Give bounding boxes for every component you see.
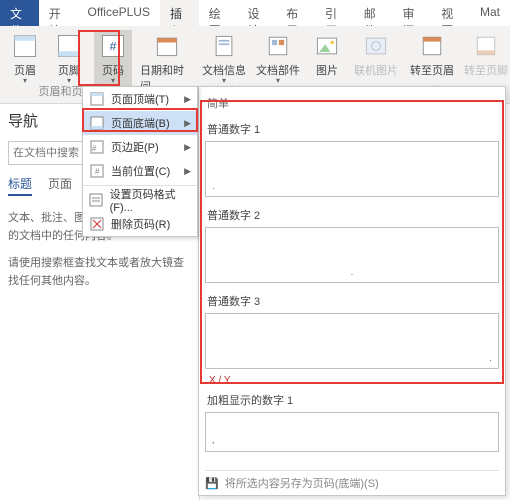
menu-current[interactable]: # 当前位置(C) ▶ [83,159,197,183]
quickparts-button[interactable]: 文档部件 ▾ [254,30,302,86]
menu-bottom[interactable]: 页面底端(B) ▶ [83,111,197,135]
footer-button[interactable]: 页脚 ▾ [50,30,88,86]
tab-file[interactable]: 文件 [0,0,39,26]
tab-officeplus[interactable]: OfficePLUS [78,0,160,26]
docinfo-button[interactable]: 文档信息 ▾ [200,30,248,86]
onlinepics-button[interactable]: 联机图片 [352,30,400,80]
gallery-bold-label: 加粗显示的数字 1 [205,386,499,412]
gotofooter-button[interactable]: 转至页脚 [462,30,510,80]
menu-top-label: 页面顶端(T) [111,91,169,107]
menu-format-label: 设置页码格式(F)... [110,186,191,214]
tab-draw[interactable]: 绘图 [199,0,238,26]
tab-view[interactable]: 视图 [431,0,470,26]
menu-format[interactable]: 设置页码格式(F)... [83,188,197,212]
svg-text:#: # [110,39,117,53]
gallery-item1[interactable]: · [205,141,499,197]
menu-remove-label: 删除页码(R) [111,216,170,232]
pagenum-button[interactable]: # 页码 ▾ [94,30,132,86]
gallery-item2[interactable]: · [205,227,499,283]
menu-remove[interactable]: 删除页码(R) [83,212,197,236]
tab-start[interactable]: 开始 [39,0,78,26]
submenu-arrow-icon: ▶ [184,118,191,129]
gotoheader-label: 转至页眉 [410,62,454,78]
submenu-arrow-icon: ▶ [184,142,191,153]
submenu-arrow-icon: ▶ [184,166,191,177]
gallery-footer-label: 将所选内容另存为页码(底端)(S) [225,475,379,491]
gallery-footer[interactable]: 💾 将所选内容另存为页码(底端)(S) [205,470,499,491]
save-selection-icon: 💾 [205,477,219,490]
tab-mat[interactable]: Mat [470,0,510,26]
title-tabs: 文件 开始 OfficePLUS 插入 绘图 设计 布局 引用 邮件 审阅 视图… [0,0,510,26]
page-margins-icon: # [89,139,105,155]
menu-margins-label: 页边距(P) [111,139,159,155]
gotoheader-button[interactable]: 转至页眉 [408,30,456,80]
pictures-button[interactable]: 图片 [308,30,346,80]
page-top-icon [89,91,105,107]
tab-mail[interactable]: 邮件 [354,0,393,26]
pagenum-menu: 页面顶端(T) ▶ 页面底端(B) ▶ # 页边距(P) ▶ # 当前位置(C)… [82,86,198,237]
nav-help2: 请使用搜索框查找文本或者放大镜查找任何其他内容。 [8,255,191,290]
svg-text:#: # [92,144,97,153]
gallery-item1-label: 普通数字 1 [205,115,499,141]
navtab-headings[interactable]: 标题 [8,175,32,196]
pictures-label: 图片 [316,62,338,78]
pagenum-gallery: 简单 普通数字 1 · 普通数字 2 · 普通数字 3 · X / Y 加粗显示… [198,86,506,496]
gallery-item3[interactable]: · [205,313,499,369]
header-button[interactable]: 页眉 ▾ [6,30,44,86]
gallery-section-simple: 简单 [205,91,499,115]
menu-current-label: 当前位置(C) [111,163,170,179]
onlinepics-label: 联机图片 [354,62,398,78]
navtab-pages[interactable]: 页面 [48,175,72,196]
menu-bottom-label: 页面底端(B) [111,115,170,131]
tab-ref[interactable]: 引用 [315,0,354,26]
format-icon [89,192,104,208]
tab-insert[interactable]: 插入 [160,0,199,26]
gallery-section-xy: X / Y [205,373,499,386]
menu-margins[interactable]: # 页边距(P) ▶ [83,135,197,159]
submenu-arrow-icon: ▶ [184,94,191,105]
remove-icon [89,216,105,232]
tab-review[interactable]: 审阅 [392,0,431,26]
gotofooter-label: 转至页脚 [464,62,508,78]
tab-design[interactable]: 设计 [237,0,276,26]
gallery-item3-label: 普通数字 3 [205,287,499,313]
menu-top[interactable]: 页面顶端(T) ▶ [83,87,197,111]
page-current-icon: # [89,163,105,179]
svg-text:#: # [95,167,100,176]
page-bottom-icon [89,115,105,131]
gallery-item2-label: 普通数字 2 [205,201,499,227]
tab-layout[interactable]: 布局 [276,0,315,26]
gallery-bold-item[interactable]: · [205,412,499,452]
